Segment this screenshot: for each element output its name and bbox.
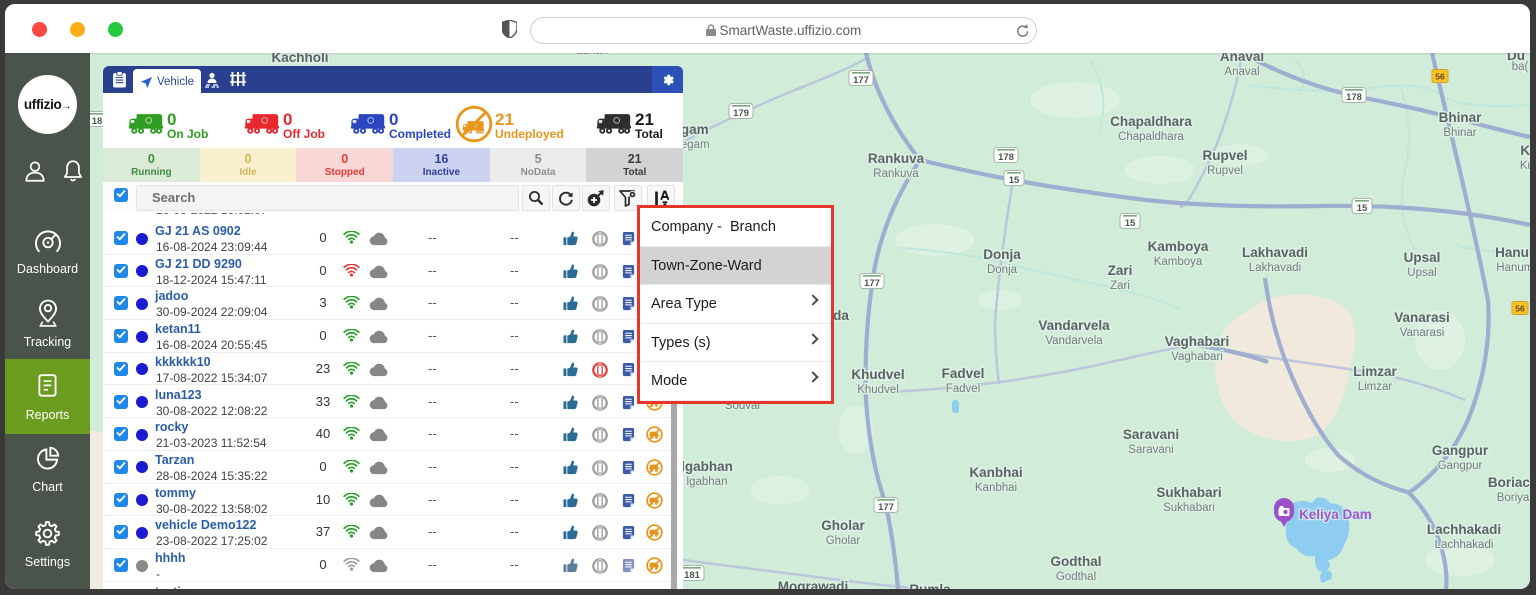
svg-text:179: 179 — [733, 108, 749, 119]
svg-text:Lakhavadi: Lakhavadi — [1249, 262, 1301, 274]
svg-text:Rankuva: Rankuva — [873, 168, 919, 180]
svg-text:Chapaldhara: Chapaldhara — [1110, 114, 1192, 129]
svg-text:Kure: Kure — [1520, 160, 1530, 172]
svg-text:Upsal: Upsal — [1404, 250, 1441, 265]
svg-text:Vandarvela: Vandarvela — [1038, 318, 1110, 333]
svg-text:Chapaldhara: Chapaldhara — [1118, 131, 1184, 143]
svg-text:Upsal: Upsal — [1407, 267, 1436, 279]
svg-text:15: 15 — [1009, 175, 1020, 186]
svg-text:Zari: Zari — [1110, 280, 1130, 292]
svg-text:Khudvel: Khudvel — [857, 384, 899, 396]
svg-text:Fadvel: Fadvel — [946, 383, 981, 395]
svg-text:Gholar: Gholar — [821, 518, 865, 533]
svg-text:Sukhabari: Sukhabari — [1156, 485, 1221, 500]
svg-text:Bhinar: Bhinar — [1443, 127, 1476, 139]
svg-text:181: 181 — [684, 570, 701, 581]
svg-text:Donja: Donja — [983, 247, 1021, 262]
svg-text:Saravani: Saravani — [1128, 444, 1173, 456]
svg-text:adhan: adhan — [576, 53, 608, 57]
svg-text:lgabhan: lgabhan — [681, 459, 733, 474]
svg-text:Lakhavadi: Lakhavadi — [1242, 245, 1308, 260]
svg-text:Vaghabari: Vaghabari — [1165, 334, 1230, 349]
svg-text:Fadvel: Fadvel — [942, 366, 985, 381]
svg-text:Rupvel: Rupvel — [1207, 165, 1243, 177]
svg-text:Anaval: Anaval — [1220, 53, 1264, 64]
svg-text:Godthal: Godthal — [1051, 554, 1102, 569]
svg-text:ba(: ba( — [1512, 61, 1529, 73]
svg-text:Vanarasi: Vanarasi — [1400, 327, 1445, 339]
svg-text:178: 178 — [998, 152, 1014, 163]
svg-text:Donja: Donja — [987, 264, 1018, 276]
svg-text:56: 56 — [1435, 72, 1445, 82]
svg-text:Bhinar: Bhinar — [1439, 110, 1483, 125]
svg-text:Boriya: Boriya — [1497, 492, 1530, 504]
svg-text:Vanarasi: Vanarasi — [1394, 310, 1450, 325]
svg-text:da: da — [833, 308, 849, 323]
svg-text:Kur: Kur — [1520, 143, 1530, 158]
svg-text:Limzar: Limzar — [1358, 381, 1393, 393]
svg-text:Hanum: Hanum — [1495, 245, 1530, 260]
svg-text:Anaval: Anaval — [1224, 66, 1259, 78]
svg-text:177: 177 — [878, 502, 894, 513]
svg-text:Saravani: Saravani — [1123, 427, 1179, 442]
svg-text:Sukhabari: Sukhabari — [1163, 502, 1215, 514]
svg-text:Hanuma: Hanuma — [1496, 262, 1530, 274]
svg-text:Zari: Zari — [1108, 263, 1133, 278]
svg-text:Rankuva: Rankuva — [868, 151, 925, 166]
svg-text:Keliya Dam: Keliya Dam — [1299, 507, 1372, 522]
svg-text:Gholar: Gholar — [826, 535, 861, 547]
svg-text:178: 178 — [1346, 92, 1362, 103]
svg-text:Gangpur: Gangpur — [1432, 443, 1489, 458]
svg-text:Gangpur: Gangpur — [1438, 460, 1483, 472]
svg-text:56: 56 — [1515, 304, 1525, 314]
svg-text:Vaghabari: Vaghabari — [1171, 351, 1223, 363]
svg-text:Mograwadi: Mograwadi — [778, 579, 849, 589]
svg-text:Vandarvela: Vandarvela — [1045, 335, 1103, 347]
svg-text:Rumla: Rumla — [909, 582, 951, 589]
svg-text:177: 177 — [864, 278, 880, 289]
svg-text:15: 15 — [1357, 203, 1368, 214]
svg-text:Kanbhai: Kanbhai — [969, 465, 1022, 480]
svg-text:Kamboya: Kamboya — [1154, 256, 1203, 268]
svg-text:Boriach: Boriach — [1488, 475, 1530, 490]
svg-text:lgabhan: lgabhan — [687, 476, 728, 488]
svg-text:Lachhakadi: Lachhakadi — [1427, 522, 1501, 537]
svg-text:Khudvel: Khudvel — [851, 367, 904, 382]
svg-text:15: 15 — [1125, 218, 1136, 229]
svg-text:Kachholi: Kachholi — [271, 53, 328, 65]
svg-text:Godthal: Godthal — [1056, 571, 1096, 583]
svg-text:Kanbhai: Kanbhai — [975, 482, 1017, 494]
svg-text:Kamboya: Kamboya — [1148, 239, 1209, 254]
svg-text:Lachhakadi: Lachhakadi — [1435, 539, 1494, 551]
svg-text:18: 18 — [92, 116, 103, 127]
svg-text:Rupvel: Rupvel — [1202, 148, 1247, 163]
svg-text:Limzar: Limzar — [1353, 364, 1397, 379]
svg-text:177: 177 — [853, 75, 869, 86]
